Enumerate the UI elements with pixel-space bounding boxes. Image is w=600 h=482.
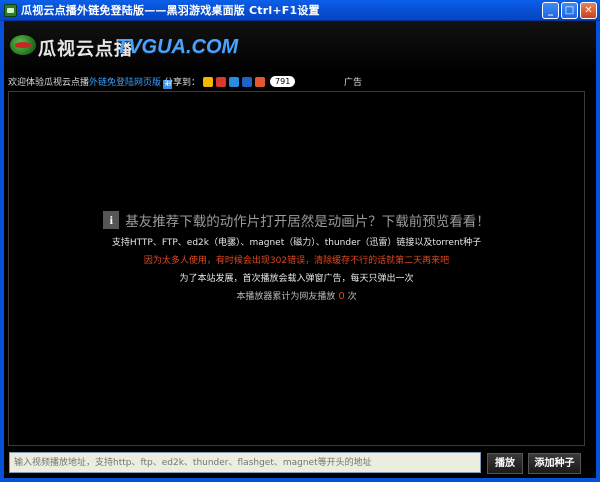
app-icon (4, 3, 17, 17)
info-icon: i (103, 211, 120, 229)
count-suffix: 次 (347, 292, 357, 302)
title-bar[interactable]: 瓜视云点播外链免登陆版——黑羽游戏桌面版 Ctrl+F1设置 _ □ ✕ (0, 0, 600, 21)
window-frame-bottom (0, 478, 600, 482)
notice-headline: i 基友推荐下载的动作片打开居然是动画片？下载前预览看看！ (9, 210, 584, 230)
play-count-line: 本播放器累计为网友播放 0 次 (9, 289, 584, 302)
support-line: 支持HTTP、FTP、ed2k（电骡）、magnet（磁力）、thunder（迅… (111, 238, 482, 248)
count-value: 0 (338, 291, 345, 302)
qzone-icon[interactable] (203, 76, 214, 87)
kaixin-icon[interactable] (229, 76, 240, 87)
share-bar: 分享到： 791 (164, 75, 296, 88)
logo-domain[interactable]: TVGUA.COM (116, 36, 238, 59)
close-button[interactable]: ✕ (580, 2, 597, 19)
add-seed-button[interactable]: 添加种子 (528, 453, 581, 474)
douban-icon[interactable] (242, 76, 253, 87)
player-notice: i 基友推荐下载的动作片打开居然是动画片？下载前预览看看！ 支持HTTP、FTP… (9, 210, 584, 302)
welcome-text: 欢迎体验瓜视云点播 (8, 78, 90, 88)
weibo-icon[interactable] (255, 76, 266, 87)
site-header: 瓜视云点播 TVGUA.COM (4, 21, 596, 73)
minimize-button[interactable]: _ (542, 2, 559, 19)
headline-text: 基友推荐下载的动作片打开居然是动画片？下载前预览看看！ (125, 214, 490, 230)
info-bar: 欢迎体验瓜视云点播外链免登陆网页版 + 分享到： 791 广告 (4, 73, 596, 90)
video-url-input[interactable] (9, 452, 481, 473)
window-frame-left (0, 21, 4, 482)
share-count: 791 (270, 76, 296, 87)
window-controls: _ □ ✕ (542, 2, 597, 19)
warning-line: 因为太多人使用，有时候会出现302错误，清除缓存不行的话就第二天再来吧 (143, 256, 450, 266)
share-label: 分享到： (164, 78, 201, 88)
welcome-message: 欢迎体验瓜视云点播外链免登陆网页版 + (8, 75, 173, 89)
video-player[interactable]: i 基友推荐下载的动作片打开居然是动画片？下载前预览看看！ 支持HTTP、FTP… (8, 91, 585, 446)
play-button[interactable]: 播放 (487, 453, 523, 474)
welcome-link[interactable]: 外链免登陆网页版 (89, 78, 161, 88)
renren-icon[interactable] (216, 76, 227, 87)
watermelon-logo-icon (10, 35, 36, 55)
maximize-button[interactable]: □ (561, 2, 578, 19)
count-prefix: 本播放器累计为网友播放 (236, 292, 336, 302)
bottom-bar: 播放 添加种子 (4, 446, 596, 478)
ad-notice-line: 为了本站发展，首次播放会载入弹窗广告，每天只弹出一次 (179, 274, 414, 284)
window-frame-right (596, 21, 600, 482)
window-title: 瓜视云点播外链免登陆版——黑羽游戏桌面版 Ctrl+F1设置 (21, 4, 320, 17)
ad-label[interactable]: 广告 (344, 75, 362, 88)
